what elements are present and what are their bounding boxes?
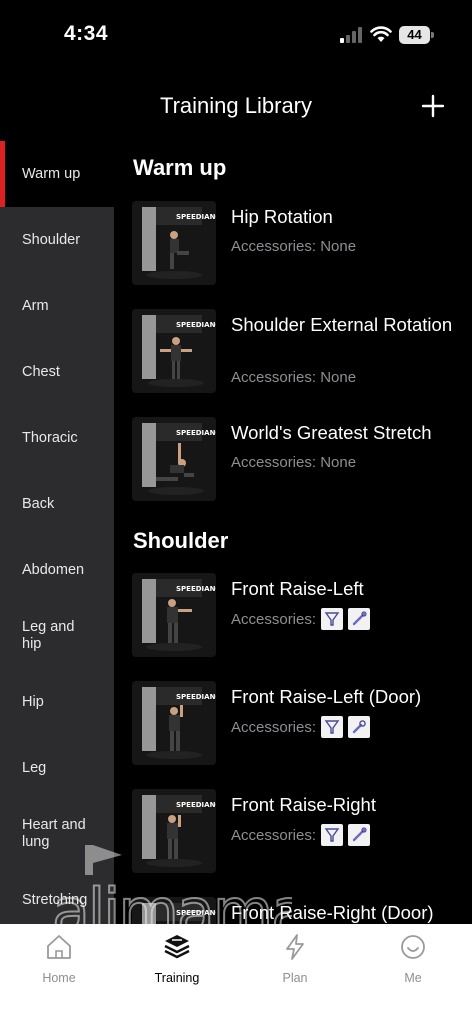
svg-text:SPEEDIANCE: SPEEDIANCE bbox=[176, 321, 216, 329]
tab-label: Plan bbox=[282, 971, 308, 985]
exercise-row[interactable]: SPEEDIANCE World's Greatest Stretch Acce… bbox=[132, 417, 472, 503]
accessories-text: Accessories: None bbox=[231, 238, 357, 255]
smiley-icon bbox=[401, 935, 425, 959]
page-title: Training Library bbox=[159, 93, 313, 118]
svg-text:SPEEDIANCE: SPEEDIANCE bbox=[176, 801, 216, 809]
sidebar-item-label: Thoracic bbox=[22, 429, 78, 446]
sidebar-item-leg[interactable]: Leg bbox=[0, 735, 114, 801]
tab-label: Me bbox=[404, 971, 422, 985]
handle-icon bbox=[321, 824, 344, 846]
section-title: Warm up bbox=[133, 155, 227, 180]
sidebar-item-warm-up[interactable]: Warm up bbox=[0, 141, 114, 207]
sidebar-item-chest[interactable]: Chest bbox=[0, 339, 114, 405]
svg-text:SPEEDIANCE: SPEEDIANCE bbox=[176, 429, 216, 437]
svg-text:SPEEDIANCE: SPEEDIANCE bbox=[176, 585, 216, 593]
accessories-text: Accessories: bbox=[231, 826, 317, 844]
sidebar-item-stretching[interactable]: Stretching bbox=[0, 867, 114, 924]
sidebar-item-label: Heart and lung bbox=[22, 817, 86, 850]
exercise-name: Front Raise-Left bbox=[231, 578, 364, 599]
sidebar-item-back[interactable]: Back bbox=[0, 471, 114, 537]
accessories-row: Accessories: bbox=[231, 824, 371, 846]
tab-label: Home bbox=[42, 971, 76, 985]
sidebar-item-label: Shoulder bbox=[22, 231, 81, 248]
tab-label: Training bbox=[154, 971, 200, 985]
strap-icon bbox=[348, 824, 371, 846]
exercise-row[interactable]: SPEEDIANCE Front Raise-Right (Door) bbox=[132, 897, 472, 924]
sidebar-item-label: Abdomen bbox=[22, 561, 85, 578]
bottom-tab-bar: Home Training Plan Me bbox=[0, 924, 472, 1024]
exercise-name: Front Raise-Left (Door) bbox=[231, 686, 422, 707]
sidebar-item-label: Back bbox=[22, 495, 55, 512]
exercise-name: Front Raise-Right bbox=[231, 794, 376, 815]
accessories-row: Accessories: bbox=[231, 716, 371, 738]
exercise-name: World's Greatest Stretch bbox=[231, 422, 432, 443]
sidebar-item-label: Stretching bbox=[22, 891, 88, 908]
sidebar-item-hip[interactable]: Hip bbox=[0, 669, 114, 735]
exercise-thumbnail: SPEEDIANCE bbox=[132, 417, 216, 501]
handle-icon bbox=[321, 608, 344, 630]
sidebar-item-label: Chest bbox=[22, 363, 60, 380]
exercise-list[interactable]: Warm up SPEEDIANCE Hip Rotation Accessor… bbox=[114, 141, 472, 924]
sidebar-item-leg-and-hip[interactable]: Leg and hip bbox=[0, 603, 114, 669]
sidebar-item-shoulder[interactable]: Shoulder bbox=[0, 207, 114, 273]
tab-me[interactable]: Me bbox=[354, 932, 472, 992]
section-title: Shoulder bbox=[133, 528, 229, 553]
battery-icon: 44 bbox=[399, 26, 435, 44]
category-sidebar: Warm up Shoulder Arm Chest Thoracic Back… bbox=[0, 141, 114, 924]
exercise-row[interactable]: SPEEDIANCE Front Raise-Left Accessories: bbox=[132, 573, 472, 659]
sidebar-item-abdomen[interactable]: Abdomen bbox=[0, 537, 114, 603]
exercise-thumbnail: SPEEDIANCE bbox=[132, 897, 216, 924]
exercise-thumbnail: SPEEDIANCE bbox=[132, 789, 216, 873]
svg-text:SPEEDIANCE: SPEEDIANCE bbox=[176, 693, 216, 701]
exercise-row[interactable]: SPEEDIANCE Front Raise-Left (Door) Acces… bbox=[132, 681, 472, 767]
accessories-text: Accessories: None bbox=[231, 454, 357, 471]
exercise-name: Front Raise-Right (Door) bbox=[231, 902, 434, 923]
tab-plan[interactable]: Plan bbox=[236, 932, 354, 992]
add-icon[interactable] bbox=[420, 93, 446, 119]
door-anchor-icon bbox=[348, 716, 371, 738]
exercise-thumbnail: SPEEDIANCE bbox=[132, 309, 216, 393]
exercise-row[interactable]: SPEEDIANCE Front Raise-Right Accessories… bbox=[132, 789, 472, 875]
cellular-signal-icon bbox=[340, 27, 362, 43]
sidebar-item-label: Leg and hip bbox=[22, 619, 75, 652]
nav-header: Training Library bbox=[0, 70, 472, 140]
sidebar-item-arm[interactable]: Arm bbox=[0, 273, 114, 339]
accessories-row: Accessories: bbox=[231, 608, 371, 630]
wifi-icon bbox=[370, 26, 392, 42]
accessories-text: Accessories: bbox=[231, 718, 317, 736]
lightning-icon bbox=[286, 934, 304, 960]
status-time: 4:34 bbox=[64, 22, 109, 45]
battery-level: 44 bbox=[399, 26, 430, 44]
exercise-thumbnail: SPEEDIANCE bbox=[132, 573, 216, 657]
exercise-thumbnail: SPEEDIANCE bbox=[132, 201, 216, 285]
sidebar-item-label: Arm bbox=[22, 297, 49, 314]
training-icon bbox=[164, 935, 190, 959]
exercise-thumbnail: SPEEDIANCE bbox=[132, 681, 216, 765]
exercise-name: Hip Rotation bbox=[231, 206, 333, 227]
svg-text:SPEEDIANCE: SPEEDIANCE bbox=[176, 213, 216, 221]
exercise-row[interactable]: SPEEDIANCE Hip Rotation Accessories: Non… bbox=[132, 201, 472, 287]
accessories-text: Accessories: bbox=[231, 610, 317, 628]
sidebar-item-label: Leg bbox=[22, 759, 47, 776]
strap-icon bbox=[348, 608, 371, 630]
accessories-text: Accessories: None bbox=[231, 369, 357, 386]
sidebar-item-heart-and-lung[interactable]: Heart and lung bbox=[0, 801, 114, 867]
handle-icon bbox=[321, 716, 344, 738]
tab-home[interactable]: Home bbox=[0, 932, 118, 992]
tab-training[interactable]: Training bbox=[118, 932, 236, 992]
exercise-row[interactable]: SPEEDIANCE Shoulder External Rotation Ac… bbox=[132, 309, 472, 395]
status-bar: 4:34 44 bbox=[0, 0, 472, 70]
sidebar-item-thoracic[interactable]: Thoracic bbox=[0, 405, 114, 471]
svg-text:SPEEDIANCE: SPEEDIANCE bbox=[176, 909, 216, 917]
home-icon bbox=[47, 935, 71, 959]
sidebar-item-label: Warm up bbox=[22, 165, 81, 182]
exercise-name: Shoulder External Rotation bbox=[231, 314, 453, 335]
sidebar-item-label: Hip bbox=[22, 693, 44, 710]
